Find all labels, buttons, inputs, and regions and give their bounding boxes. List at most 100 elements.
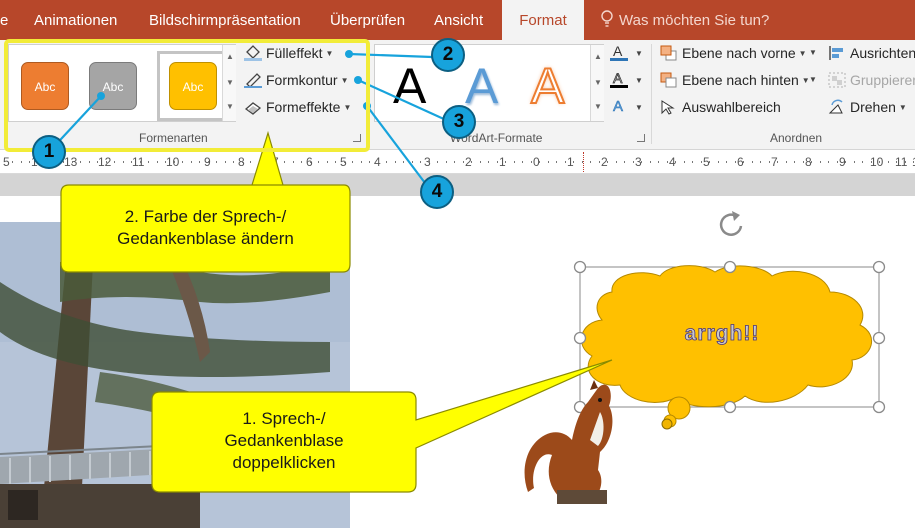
wordart-style-black[interactable]: A [393,57,426,115]
tab-truncated[interactable]: e [0,0,14,40]
tab-bildschirmpraesentation[interactable]: Bildschirmpräsentation [149,0,301,40]
ruler-tick [420,161,421,163]
tab-format[interactable]: Format [502,0,584,40]
ruler-tick [777,161,778,163]
ruler-tick [633,161,634,163]
ruler-tick [837,161,838,163]
ruler-number: 10 [166,155,180,169]
ruler-tick [97,161,98,163]
ruler-tick [369,161,370,163]
text-effects-icon: A [613,98,624,115]
ruler-tick [378,161,379,163]
ruler-tick [216,161,217,163]
wordart-gallery-scrollbar[interactable]: ▲ ▼ ▼ [590,45,604,121]
callout-double-click-line1: 1. Sprech-/ [242,409,326,428]
text-outline-icon: A [610,70,628,88]
ruler-tick [12,161,13,163]
ruler-tick [148,161,149,163]
thought-cloud-text[interactable]: arrgh!! [652,322,792,346]
ruler-tick [89,161,90,163]
ruler-tick [879,161,880,163]
wordart-more-icon[interactable]: ▼ [594,103,602,111]
ruler-tick [539,161,540,163]
ruler-tick [395,161,396,163]
send-backward-icon [660,72,677,88]
ruler-tick [276,161,277,163]
send-backward-button[interactable]: Ebene nach hinten ▼ [660,69,810,91]
ruler-tick [786,161,787,163]
ruler-tick [896,161,897,163]
wordart-style-blue[interactable]: A [465,57,498,115]
wordart-style-orange-outline[interactable]: A [530,57,565,115]
step-badge-2: 2 [431,38,465,72]
bring-forward-icon [660,45,677,61]
ruler-tick [259,161,260,163]
ruler-number: 11 [132,155,145,169]
ruler-tick [225,161,226,163]
ruler-tick [658,161,659,163]
ruler-tick [709,161,710,163]
lightbulb-icon [601,10,613,27]
text-effects-button[interactable]: A ▼ [610,96,643,118]
ruler-tick [327,161,328,163]
ruler-tick [573,161,574,163]
ruler-tick [692,161,693,163]
ruler-tick [267,161,268,163]
bring-forward-dropdown[interactable]: ▼ [809,42,817,64]
ruler-tick [21,161,22,163]
tab-ansicht[interactable]: Ansicht [434,0,483,40]
svg-text:A: A [613,98,623,115]
align-label: Ausrichten [850,45,915,61]
ruler-tick [208,161,209,163]
ruler-tick [828,161,829,163]
ruler-tick [735,161,736,163]
ruler-tick [794,161,795,163]
ruler-tick [905,161,906,163]
ruler-tick [165,161,166,163]
ruler-tick [386,161,387,163]
ruler-tick [310,161,311,163]
ruler-tick [403,161,404,163]
ruler-tick [106,161,107,163]
svg-text:A: A [613,70,623,86]
text-fill-button[interactable]: A ▼ [610,42,643,64]
wordart-up-icon[interactable]: ▲ [594,53,602,61]
ruler-tick [650,161,651,163]
callout-change-color-line1: 2. Farbe der Sprech-/ [124,207,287,226]
text-outline-button[interactable]: A ▼ [610,69,643,91]
selection-pane-button[interactable]: Auswahlbereich [660,96,781,118]
ruler-tick [701,161,702,163]
ruler-tick [140,161,141,163]
horizontal-ruler: 5 14 13 12 11 10 9 8 7 6 5 4 3 2 1 0 1 2… [0,150,915,174]
tell-me-box[interactable]: Was möchten Sie tun? [600,0,769,40]
ruler-tick [820,161,821,163]
wordart-launcher-icon[interactable] [637,134,645,142]
bring-forward-button[interactable]: Ebene nach vorne ▼ [660,42,807,64]
ruler-tick [854,161,855,163]
ruler-tick [531,161,532,163]
ruler-tick [131,161,132,163]
ruler-tick [488,161,489,163]
slide-photo[interactable] [0,222,350,528]
ruler-tick [565,161,566,163]
ruler-tick [845,161,846,163]
ruler-number: 10 [870,155,884,169]
ruler-tick [769,161,770,163]
step-badge-1: 1 [32,135,66,169]
rotate-label: Drehen [850,99,896,115]
tab-animationen[interactable]: Animationen [34,0,117,40]
ruler-tick [114,161,115,163]
callout-double-click-line3: doppelklicken [232,453,336,472]
ruler-tick [233,161,234,163]
callout-change-color-line2: Gedankenblase ändern [117,229,294,248]
tab-ueberpruefen[interactable]: Überprüfen [330,0,405,40]
group-button[interactable]: Gruppieren [828,69,915,91]
ribbon-tab-bar: e Animationen Bildschirmpräsentation Übe… [0,0,915,40]
ruler-tick [684,161,685,163]
send-backward-dropdown[interactable]: ▼ [809,69,817,91]
ruler-tick [157,161,158,163]
align-button[interactable]: Ausrichten [828,42,915,64]
wordart-down-icon[interactable]: ▼ [594,79,602,87]
rotate-button[interactable]: Drehen ▼ [828,96,907,118]
ruler-tick [352,161,353,163]
